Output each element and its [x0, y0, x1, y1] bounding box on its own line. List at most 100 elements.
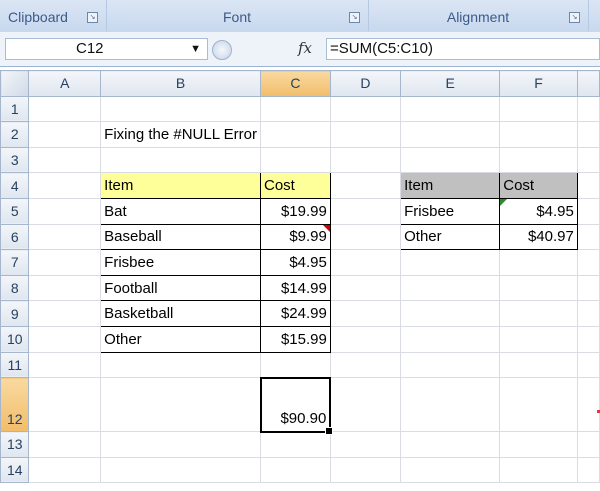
dialog-launcher-icon[interactable]: ↘	[349, 12, 360, 23]
cell[interactable]	[499, 274, 578, 302]
row-header-12[interactable]: 12	[0, 377, 30, 433]
cell[interactable]	[400, 146, 501, 174]
cell[interactable]	[329, 456, 402, 484]
cell[interactable]	[499, 146, 578, 174]
cell[interactable]	[576, 274, 600, 302]
table1-header-cost[interactable]: Cost	[260, 172, 331, 199]
cell[interactable]	[100, 377, 261, 433]
name-box[interactable]: C12 ▼	[5, 38, 208, 60]
cell-total-selected[interactable]: $90.90	[259, 376, 334, 435]
column-header-d[interactable]: D	[329, 70, 402, 97]
cell[interactable]	[100, 431, 261, 458]
cell[interactable]	[260, 146, 331, 174]
cell[interactable]	[576, 249, 600, 276]
table2-header-cost[interactable]: Cost	[499, 172, 578, 199]
cell[interactable]	[329, 146, 402, 174]
cell[interactable]	[576, 300, 600, 327]
cell[interactable]	[576, 377, 600, 433]
cell[interactable]	[260, 456, 331, 484]
cell[interactable]	[329, 377, 402, 433]
cell[interactable]	[329, 300, 402, 327]
cell[interactable]	[400, 300, 501, 327]
column-header-c[interactable]: C	[260, 70, 331, 97]
row-header-8[interactable]: 8	[0, 274, 30, 302]
cell[interactable]	[28, 223, 102, 251]
table1-item[interactable]: Bat	[100, 197, 261, 225]
cell[interactable]	[400, 121, 501, 148]
cell[interactable]	[100, 146, 261, 174]
cell[interactable]	[576, 456, 600, 484]
table1-header-item[interactable]: Item	[100, 172, 261, 199]
table2-item[interactable]: Other	[400, 223, 501, 251]
cell[interactable]	[28, 146, 102, 174]
comment-indicator-icon[interactable]	[322, 224, 330, 232]
cell[interactable]	[28, 274, 102, 302]
column-header-f[interactable]: F	[499, 70, 578, 97]
table1-cost[interactable]: $9.99	[260, 223, 331, 251]
cell[interactable]	[499, 456, 578, 484]
error-indicator-icon[interactable]	[500, 198, 508, 206]
table1-item[interactable]: Basketball	[100, 300, 261, 327]
row-header-14[interactable]: 14	[0, 456, 30, 484]
select-all-button[interactable]	[0, 70, 30, 97]
cell[interactable]	[329, 431, 402, 458]
cell[interactable]	[28, 456, 102, 484]
table2-header-item[interactable]: Item	[400, 172, 501, 199]
cell[interactable]	[28, 197, 102, 225]
table1-item[interactable]: Frisbee	[100, 249, 261, 276]
cell[interactable]	[260, 351, 331, 379]
row-header-7[interactable]: 7	[0, 249, 30, 276]
formula-input[interactable]: =SUM(C5:C10)	[326, 38, 600, 60]
table1-item[interactable]: Other	[100, 325, 261, 353]
cell[interactable]	[400, 377, 501, 433]
cell[interactable]	[400, 249, 501, 276]
cell[interactable]	[100, 95, 261, 123]
cell[interactable]	[499, 325, 578, 353]
row-header-3[interactable]: 3	[0, 146, 30, 174]
fill-handle[interactable]	[325, 426, 334, 435]
cell-title[interactable]: Fixing the #NULL Error	[100, 121, 261, 148]
cell[interactable]	[100, 456, 261, 484]
chevron-down-icon[interactable]: ▼	[190, 39, 201, 59]
cell[interactable]	[329, 351, 402, 379]
column-header-a[interactable]: A	[28, 70, 102, 97]
dialog-launcher-icon[interactable]: ↘	[87, 12, 98, 23]
cell[interactable]	[28, 431, 102, 458]
row-header-5[interactable]: 5	[0, 197, 30, 225]
cell[interactable]	[499, 431, 578, 458]
cell[interactable]	[28, 300, 102, 327]
table2-item[interactable]: Frisbee	[400, 197, 501, 225]
column-header-g[interactable]	[576, 70, 600, 97]
cell[interactable]	[576, 146, 600, 174]
cell[interactable]	[329, 223, 402, 251]
cell[interactable]	[400, 431, 501, 458]
column-header-b[interactable]: B	[100, 70, 261, 97]
cell[interactable]	[28, 121, 102, 148]
cell[interactable]	[576, 172, 600, 199]
cell[interactable]	[576, 431, 600, 458]
cell[interactable]	[28, 95, 102, 123]
cell[interactable]	[400, 274, 501, 302]
cell[interactable]	[329, 274, 402, 302]
cell[interactable]	[400, 95, 501, 123]
insert-function-icon[interactable]: fx	[298, 39, 312, 57]
cell[interactable]	[28, 351, 102, 379]
table1-cost[interactable]: $14.99	[260, 274, 331, 302]
resize-handle-icon[interactable]	[212, 40, 232, 60]
row-header-1[interactable]: 1	[0, 95, 30, 123]
cell[interactable]	[499, 249, 578, 276]
table2-cost[interactable]: $40.97	[499, 223, 578, 251]
cell[interactable]	[329, 121, 402, 148]
table1-item[interactable]: Baseball	[100, 223, 261, 251]
cell[interactable]	[329, 172, 402, 199]
dialog-launcher-icon[interactable]: ↘	[569, 12, 580, 23]
cell[interactable]	[28, 172, 102, 199]
cell[interactable]	[260, 121, 331, 148]
table2-cost[interactable]: $4.95	[499, 197, 578, 225]
table1-cost[interactable]: $19.99	[260, 197, 331, 225]
row-header-11[interactable]: 11	[0, 351, 30, 379]
cell[interactable]	[329, 197, 402, 225]
cell[interactable]	[329, 249, 402, 276]
row-header-13[interactable]: 13	[0, 431, 30, 458]
column-header-e[interactable]: E	[400, 70, 501, 97]
